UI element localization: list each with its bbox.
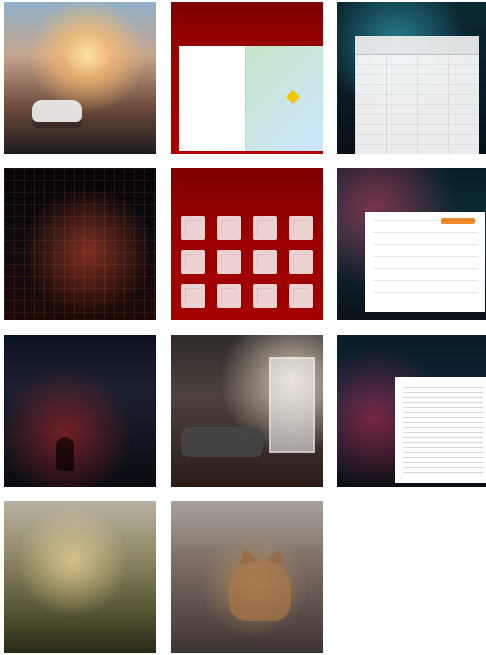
map-marker-icon [285,89,301,105]
floorplan-thumbnail [181,284,205,308]
sofa-shape [181,427,263,457]
image-grid [0,0,486,655]
window-shape [269,357,315,453]
image-tile-cyber-form[interactable] [337,168,486,320]
document-text-lines [403,387,483,473]
floorplan-thumbnail [289,250,313,274]
floorplans-grid [181,216,313,308]
image-tile-painting-city[interactable] [4,501,156,653]
image-tile-cyber-table[interactable] [337,2,486,154]
floorplan-thumbnail [253,250,277,274]
floorplan-thumbnail [217,250,241,274]
person-silhouette [56,437,74,471]
floorplan-thumbnail [181,250,205,274]
floorplan-thumbnail [217,216,241,240]
image-tile-living-room[interactable] [171,335,323,487]
document-sidebar [179,46,246,151]
floorplan-thumbnail [289,216,313,240]
cat-ear-shape [265,547,289,565]
table-header [355,36,479,55]
table-grid [355,54,479,154]
image-tile-night-map[interactable] [4,335,156,487]
floorplan-thumbnail [289,284,313,308]
form-text-lines [373,220,477,304]
image-tile-floorplans[interactable] [171,168,323,320]
car-shape [32,100,82,122]
floorplan-thumbnail [181,216,205,240]
image-tile-map-document[interactable] [171,2,323,154]
floorplan-thumbnail [217,284,241,308]
document-card [395,377,486,483]
image-tile-street[interactable] [4,2,156,154]
map-area [245,46,323,151]
image-tile-cat[interactable] [171,501,323,653]
image-tile-cyber-document[interactable] [337,335,486,487]
table-card [355,36,479,154]
cat-shape [229,561,291,621]
floorplan-thumbnail [253,284,277,308]
cat-ear-shape [235,547,259,565]
map-document-card [179,46,323,151]
city-grid-lines [4,168,156,320]
image-tile-city-grid[interactable] [4,168,156,320]
floorplan-thumbnail [253,216,277,240]
form-card [365,212,485,312]
